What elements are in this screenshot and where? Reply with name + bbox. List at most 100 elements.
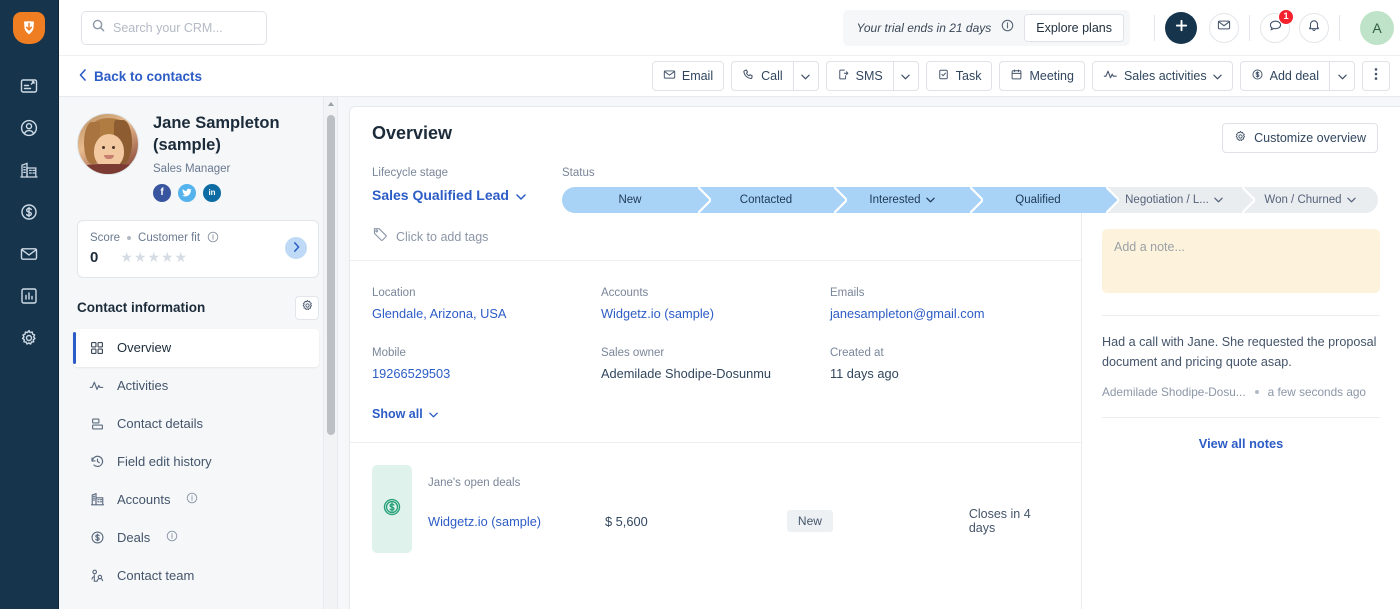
meeting-button[interactable]: Meeting xyxy=(999,61,1085,91)
pipeline-step-new[interactable]: New xyxy=(562,187,711,213)
add-tags-row[interactable]: Click to add tags xyxy=(350,213,1081,261)
pipeline-step-won-churned[interactable]: Won / Churned xyxy=(1242,187,1378,213)
customer-fit-label: Customer fit xyxy=(138,232,201,245)
chevron-down-icon xyxy=(1212,69,1222,83)
deal-name[interactable]: Widgetz.io (sample) xyxy=(428,514,605,529)
freshworks-logo-icon[interactable] xyxy=(13,12,45,44)
sidebar-item-field-edit-history[interactable]: Field edit history xyxy=(73,443,319,481)
lifecycle-stage-dropdown[interactable]: Sales Qualified Lead xyxy=(372,187,562,203)
sms-button[interactable]: SMS xyxy=(825,61,893,91)
field-value[interactable]: 19266529503 xyxy=(372,366,601,381)
add-deal-button[interactable]: Add deal xyxy=(1239,61,1329,91)
note-meta: Ademilade Shodipe-Dosu... a few seconds … xyxy=(1102,385,1380,399)
show-all-fields-button[interactable]: Show all xyxy=(372,407,438,421)
email-button[interactable]: Email xyxy=(651,61,725,91)
pipeline-step-contacted[interactable]: Contacted xyxy=(698,187,847,213)
sidebar-item-dashboard[interactable] xyxy=(9,66,49,106)
sidebar-item-contact-team[interactable]: Contact team xyxy=(73,557,319,595)
search-input[interactable] xyxy=(113,20,256,35)
call-action-group: Call xyxy=(731,61,819,91)
inbox-button[interactable] xyxy=(1209,12,1239,43)
contact-sidebar-scrollbar[interactable] xyxy=(323,97,337,609)
sidebar-item-activities[interactable]: Activities xyxy=(73,367,319,405)
sidebar-item-contacts[interactable] xyxy=(9,108,49,148)
chevron-down-icon[interactable] xyxy=(925,194,935,206)
add-deal-dropdown-toggle[interactable] xyxy=(1329,61,1355,91)
contact-name: Jane Sampleton (sample) xyxy=(153,114,280,154)
chevron-down-icon xyxy=(901,67,910,85)
field-value[interactable]: janesampleton@gmail.com xyxy=(830,306,1059,321)
chevron-down-icon xyxy=(516,187,526,203)
status-pipeline: New Contacted Interested Qualified Negot… xyxy=(562,187,1378,213)
field-accounts: Accounts Widgetz.io (sample) xyxy=(601,287,830,321)
note-timestamp: a few seconds ago xyxy=(1267,385,1366,400)
gear-icon xyxy=(1234,130,1247,146)
sidebar-item-label: Field edit history xyxy=(117,454,212,470)
view-all-notes-link[interactable]: View all notes xyxy=(1102,417,1380,451)
customer-fit-stars[interactable]: ★★★★★ xyxy=(120,249,188,266)
contact-information-header: Contact information xyxy=(77,295,319,320)
info-icon[interactable] xyxy=(207,231,219,246)
scroll-up-arrow-icon[interactable] xyxy=(328,102,334,106)
field-label: Emails xyxy=(829,287,865,299)
explore-plans-button[interactable]: Explore plans xyxy=(1024,13,1124,42)
call-dropdown-toggle[interactable] xyxy=(792,61,819,91)
search-input-wrapper[interactable] xyxy=(81,10,267,45)
sidebar-item-contact-details[interactable]: Contact details xyxy=(73,405,319,443)
sidebar-item-accounts[interactable] xyxy=(9,150,49,190)
notifications-button[interactable] xyxy=(1299,12,1329,43)
field-value[interactable]: Widgetz.io (sample) xyxy=(601,306,830,321)
pipeline-step-negotiation[interactable]: Negotiation / L... xyxy=(1106,187,1255,213)
sidebar-item-label: Contact details xyxy=(117,416,203,432)
sidebar-item-overview[interactable]: Overview xyxy=(73,328,319,367)
score-expand-button[interactable] xyxy=(285,237,307,260)
customize-overview-button[interactable]: Customize overview xyxy=(1222,123,1378,153)
sidebar-item-deals[interactable]: Deals xyxy=(73,519,319,557)
pipeline-arrow-icon xyxy=(1106,187,1119,213)
sidebar-item-reports[interactable] xyxy=(9,276,49,316)
field-sales-owner: Sales owner Ademilade Shodipe-Dosunmu xyxy=(601,347,830,381)
sms-dropdown-toggle[interactable] xyxy=(892,61,919,91)
info-icon[interactable] xyxy=(166,530,178,545)
add-note-input[interactable]: Add a note... xyxy=(1102,229,1380,293)
scrollbar-thumb[interactable] xyxy=(327,115,335,435)
bell-icon xyxy=(1307,18,1321,37)
field-value[interactable]: Glendale, Arizona, USA xyxy=(372,306,601,321)
sidebar-item-accounts[interactable]: Accounts xyxy=(73,481,319,519)
workspace: Jane Sampleton (sample) Sales Manager f … xyxy=(59,97,1400,609)
sales-activities-button[interactable]: Sales activities xyxy=(1091,61,1233,91)
search-icon xyxy=(92,19,105,37)
sidebar-item-settings[interactable] xyxy=(9,318,49,358)
info-icon[interactable] xyxy=(1001,19,1014,37)
contact-information-settings-button[interactable] xyxy=(295,295,319,320)
pipeline-step-qualified[interactable]: Qualified xyxy=(970,187,1119,213)
chat-button[interactable]: 1 xyxy=(1260,8,1294,43)
pipeline-step-label: Negotiation / L... xyxy=(1125,194,1209,206)
accounts-building-icon xyxy=(89,492,105,507)
info-icon[interactable] xyxy=(186,492,198,507)
twitter-icon[interactable] xyxy=(178,183,196,202)
divider xyxy=(1154,14,1155,41)
envelope-icon xyxy=(663,68,676,84)
add-new-button[interactable] xyxy=(1165,11,1197,44)
linkedin-icon[interactable]: in xyxy=(203,183,221,202)
back-to-contacts-link[interactable]: Back to contacts xyxy=(79,69,202,84)
user-avatar[interactable]: A xyxy=(1360,10,1394,45)
field-location: Location Glendale, Arizona, USA xyxy=(372,287,601,321)
pipeline-step-interested[interactable]: Interested xyxy=(834,187,983,213)
more-actions-button[interactable] xyxy=(1362,61,1390,91)
call-button[interactable]: Call xyxy=(731,61,793,91)
sidebar-item-deals[interactable] xyxy=(9,192,49,232)
sidebar-item-email[interactable] xyxy=(9,234,49,274)
facebook-icon[interactable]: f xyxy=(153,183,171,202)
contact-avatar[interactable] xyxy=(77,113,139,175)
status-badge: New xyxy=(786,510,833,532)
accounts-building-icon xyxy=(19,160,39,180)
contact-sidebar-inner: Jane Sampleton (sample) Sales Manager f … xyxy=(59,97,337,595)
contact-fields: Location Glendale, Arizona, USA Accounts… xyxy=(350,261,1081,423)
chevron-down-icon[interactable] xyxy=(1346,194,1356,206)
deal-icon-column xyxy=(372,465,412,553)
chevron-down-icon[interactable] xyxy=(1214,194,1223,206)
pipeline-step-label: Qualified xyxy=(1015,194,1061,206)
task-button[interactable]: Task xyxy=(925,61,993,91)
